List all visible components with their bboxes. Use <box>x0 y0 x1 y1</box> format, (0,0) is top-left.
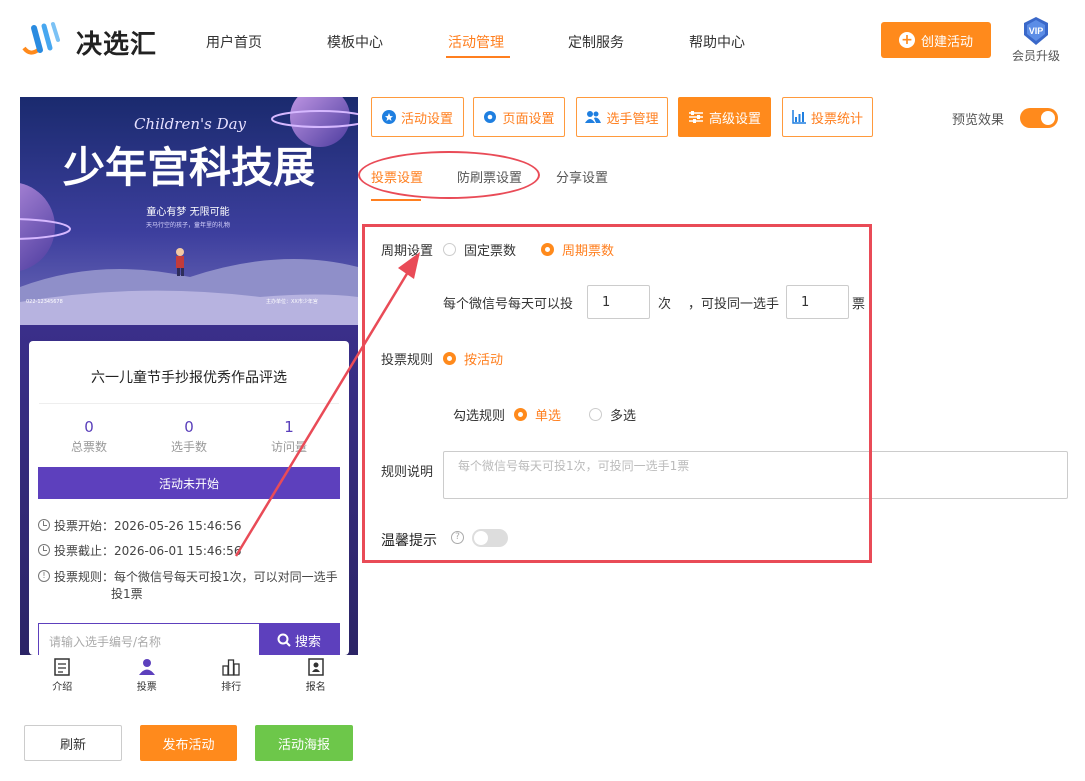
annotation-arrow <box>234 252 420 557</box>
